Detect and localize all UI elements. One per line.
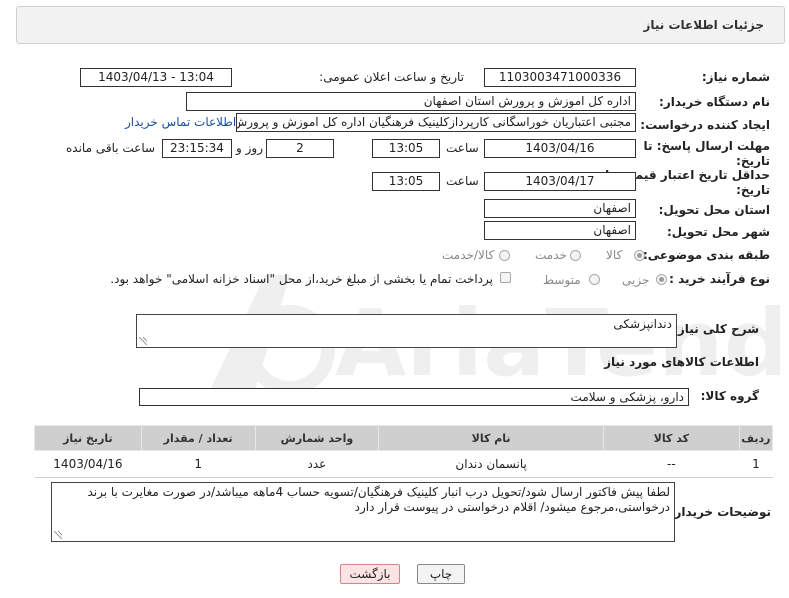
deadline-time-field: 13:05 <box>372 139 440 158</box>
col-header-item-code: کد کالا <box>602 425 740 451</box>
category-option-goods: کالا <box>606 248 623 262</box>
deadline-date-label: تاریخ: <box>736 154 770 168</box>
col-header-quantity: تعداد / مقدار <box>140 425 256 451</box>
deadline-time-label: ساعت <box>446 141 479 155</box>
col-header-row-number: ردیف <box>738 425 774 451</box>
validity-time-field: 13:05 <box>372 172 440 191</box>
category-radio-goods-service[interactable] <box>499 250 510 261</box>
buyer-notes-field: لطفا پیش فاکتور ارسال شود/تحویل درب انبا… <box>51 482 675 542</box>
print-button[interactable]: چاپ <box>417 564 465 584</box>
buyer-org-label: نام دستگاه خریدار: <box>659 95 770 109</box>
cell-row-number: 1 <box>739 450 773 478</box>
col-header-item-name: نام کالا <box>378 425 604 451</box>
days-label: روز و <box>236 141 263 155</box>
deadline-label: مهلت ارسال پاسخ: تا <box>643 139 771 153</box>
remaining-label: ساعت باقی مانده <box>66 141 156 155</box>
page-header: جزئیات اطلاعات نیاز <box>16 6 785 44</box>
province-label: استان محل تحویل: <box>658 203 770 217</box>
deadline-date-field: 1403/04/16 <box>484 139 636 158</box>
resize-grip-icon[interactable] <box>139 337 147 345</box>
validity-date-label: تاریخ: <box>736 183 770 197</box>
col-header-need-date: تاریخ نیاز <box>34 425 142 451</box>
page-title: جزئیات اطلاعات نیاز <box>643 18 764 32</box>
announce-field: 1403/04/13 - 13:04 <box>80 68 232 87</box>
description-label: شرح کلی نیاز: <box>673 322 759 336</box>
buyer-notes-label: توضیحات خریدار: <box>669 505 771 519</box>
table-row: 1 -- پانسمان دندان عدد 1 1403/04/16 <box>34 450 773 478</box>
validity-time-label: ساعت <box>446 174 479 188</box>
items-table: ردیف کد کالا نام کالا واحد شمارش تعداد /… <box>34 425 774 478</box>
announce-label: تاریخ و ساعت اعلان عمومی: <box>319 70 464 84</box>
category-label: طبقه بندی موضوعی: <box>642 248 770 262</box>
cell-need-date: 1403/04/16 <box>34 450 142 478</box>
need-number-field: 1103003471000336 <box>484 68 636 87</box>
back-button[interactable]: بازگشت <box>340 564 400 584</box>
process-radio-minor[interactable] <box>656 274 667 285</box>
buyer-notes-text: لطفا پیش فاکتور ارسال شود/تحویل درب انبا… <box>87 485 670 514</box>
category-option-service: خدمت <box>535 248 567 262</box>
contact-info-link[interactable]: اطلاعات تماس خریدار <box>125 115 236 129</box>
cell-item-name: پانسمان دندان <box>378 450 604 478</box>
cell-unit: عدد <box>255 450 379 478</box>
goods-group-label: گروه کالا: <box>700 389 759 403</box>
city-field: اصفهان <box>484 221 636 240</box>
goods-group-field: دارو، پزشکی و سلامت <box>139 388 689 406</box>
cell-item-code: -- <box>603 450 740 478</box>
process-radio-medium[interactable] <box>589 274 600 285</box>
category-radio-service[interactable] <box>570 250 581 261</box>
resize-grip-icon[interactable] <box>54 531 62 539</box>
table-header-row: ردیف کد کالا نام کالا واحد شمارش تعداد /… <box>34 425 774 451</box>
cell-quantity: 1 <box>141 450 256 478</box>
validity-date-field: 1403/04/17 <box>484 172 636 191</box>
col-header-unit: واحد شمارش <box>254 425 380 451</box>
days-remaining-field: 2 <box>266 139 334 158</box>
category-option-goods-service: کالا/خدمت <box>442 248 495 262</box>
creator-label: ایجاد کننده درخواست: <box>640 118 770 132</box>
city-label: شهر محل تحویل: <box>666 225 770 239</box>
process-type-label: نوع فرآیند خرید : <box>669 272 770 286</box>
remaining-time-field: 23:15:34 <box>162 139 232 158</box>
description-text: دندانپزشکی <box>613 317 672 331</box>
process-option-medium: متوسط <box>543 273 581 287</box>
creator-field: مجتبی اعتباریان خوراسگانی کارپرداز‌کلینی… <box>236 113 636 132</box>
process-option-minor: جزیی <box>622 273 650 287</box>
payment-note: پرداخت تمام یا بخشی از مبلغ خرید،از محل … <box>110 272 493 286</box>
need-number-label: شماره نیاز: <box>701 70 770 84</box>
goods-section-title: اطلاعات کالاهای مورد نیاز <box>604 355 759 369</box>
buyer-org-field: اداره کل اموزش و پرورش استان اصفهان <box>186 92 636 111</box>
treasury-checkbox[interactable] <box>500 272 511 283</box>
description-field: دندانپزشکی <box>136 314 677 348</box>
category-radio-goods[interactable] <box>634 250 645 261</box>
province-field: اصفهان <box>484 199 636 218</box>
